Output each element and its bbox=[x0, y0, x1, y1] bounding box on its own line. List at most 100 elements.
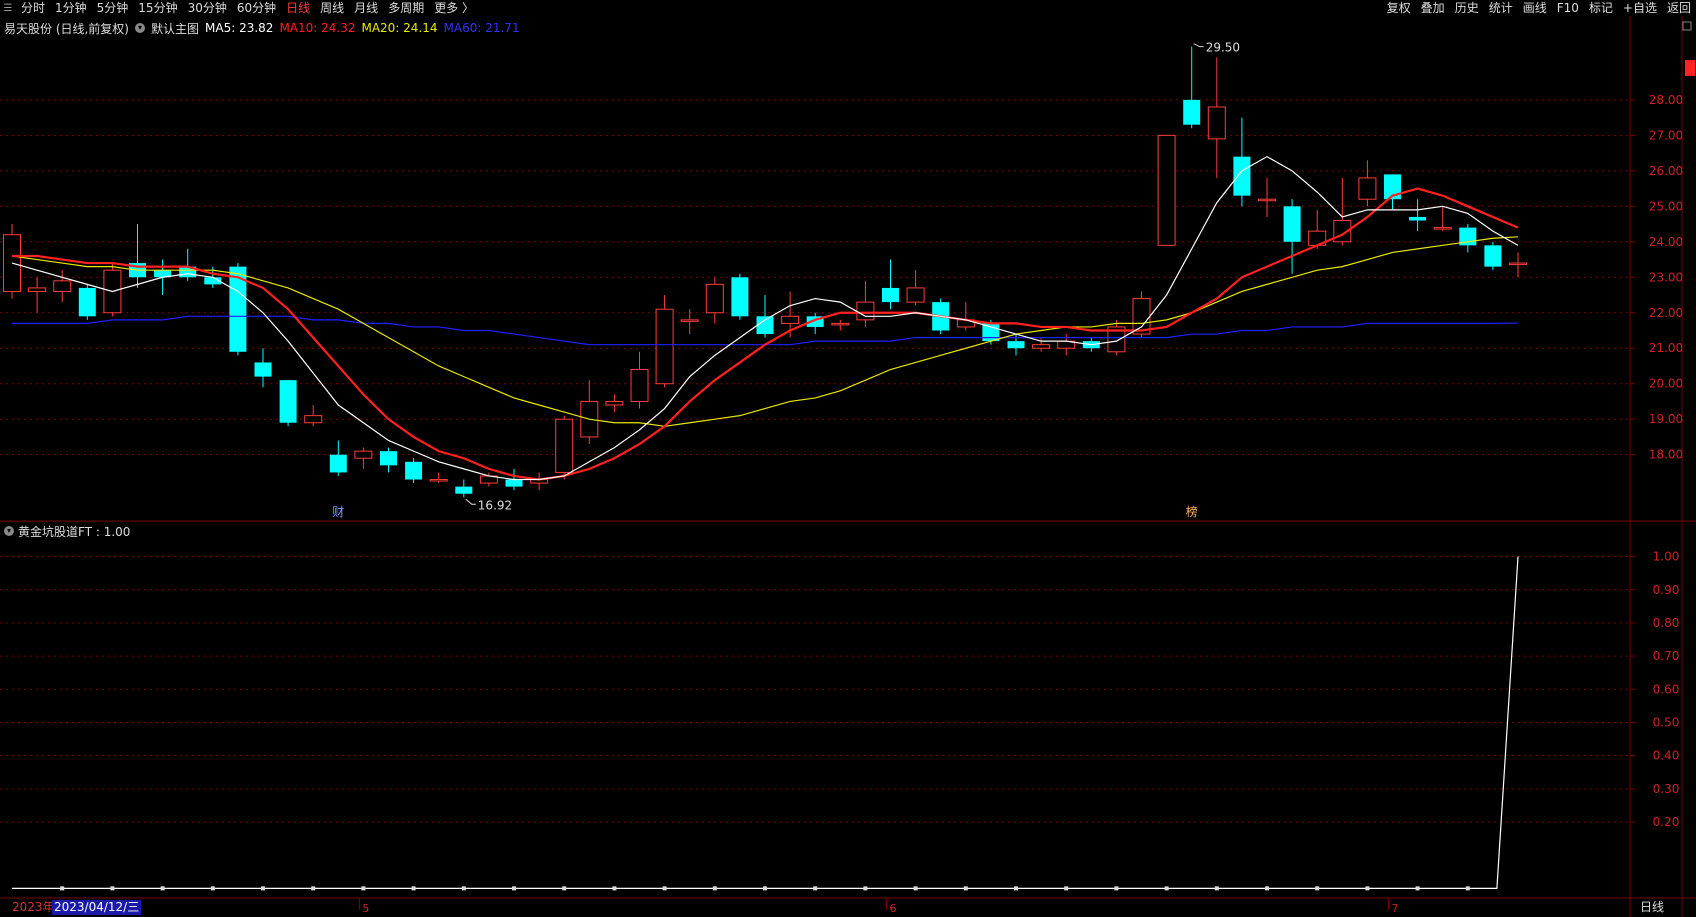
indicator-dot bbox=[512, 886, 516, 891]
candle-body-down bbox=[756, 316, 774, 335]
high-marker-arrow bbox=[1193, 43, 1204, 48]
candle-body-down bbox=[279, 380, 297, 423]
indicator-dot bbox=[110, 886, 115, 891]
indicator-tick-label: 0.20 bbox=[1653, 815, 1680, 829]
candle-body-down bbox=[1283, 206, 1301, 242]
price-tick-label: 24.00 bbox=[1649, 235, 1683, 249]
month-tick-label: 6 bbox=[890, 902, 897, 915]
indicator-tick-label: 0.90 bbox=[1653, 583, 1680, 597]
candle-body-up bbox=[605, 400, 624, 406]
month-tick-label: 7 bbox=[1392, 902, 1399, 915]
indicator-dot bbox=[1014, 886, 1018, 891]
month-tick-label: 5 bbox=[362, 902, 369, 915]
indicator-dot bbox=[813, 886, 818, 891]
candle-body-up bbox=[28, 287, 47, 292]
candle-body-up bbox=[705, 283, 724, 314]
daily-button[interactable]: 日线 bbox=[1640, 899, 1664, 915]
candle-body-up bbox=[1207, 106, 1226, 140]
indicator-dot bbox=[261, 886, 265, 891]
candle-body-down bbox=[882, 287, 899, 303]
candle-body-up bbox=[630, 369, 649, 402]
indicator-dot bbox=[160, 886, 165, 891]
price-tick-label: 26.00 bbox=[1649, 164, 1683, 178]
indicator-tick-label: 0.40 bbox=[1653, 749, 1680, 763]
candle-body-down bbox=[405, 461, 423, 480]
price-tick-label: 21.00 bbox=[1649, 341, 1683, 355]
indicator-dot bbox=[210, 886, 215, 891]
candle-body-down bbox=[731, 277, 749, 317]
indicator-line bbox=[11, 556, 1519, 889]
candle-body-down bbox=[78, 287, 96, 317]
indicator-dot bbox=[361, 886, 366, 891]
indicator-dot bbox=[1114, 886, 1119, 891]
candle-body-down bbox=[1484, 245, 1502, 267]
price-tick-label: 18.00 bbox=[1649, 448, 1683, 462]
price-tick-label: 19.00 bbox=[1649, 412, 1683, 426]
indicator-dot bbox=[1164, 886, 1169, 891]
candle-body-down bbox=[982, 323, 1000, 342]
price-tick-label: 23.00 bbox=[1649, 270, 1683, 284]
candle-body-up bbox=[680, 319, 699, 322]
indicator-dot bbox=[1415, 886, 1420, 891]
event-marker-finance: 财 bbox=[332, 505, 344, 519]
candle-body-up bbox=[856, 301, 875, 321]
price-tick-label: 20.00 bbox=[1649, 377, 1683, 391]
indicator-dot bbox=[60, 886, 65, 891]
candle-body-up bbox=[555, 418, 574, 473]
indicator-dot bbox=[662, 886, 667, 891]
candle-body-down bbox=[1007, 341, 1025, 349]
indicator-dot bbox=[1315, 886, 1320, 891]
candle-body-down bbox=[329, 454, 347, 473]
indicator-dot bbox=[461, 886, 466, 891]
high-marker-label: 29.50 bbox=[1206, 41, 1240, 55]
indicator-tick-label: 0.60 bbox=[1653, 682, 1680, 696]
price-tick-label: 22.00 bbox=[1649, 306, 1683, 320]
low-marker-label: 16.92 bbox=[478, 498, 512, 512]
indicator-dot bbox=[1465, 886, 1470, 891]
indicator-dot bbox=[1064, 886, 1069, 891]
indicator-dot bbox=[411, 886, 416, 891]
candle-body-up bbox=[1433, 227, 1452, 230]
candle-body-up bbox=[1157, 134, 1176, 246]
side-tab-icon bbox=[1685, 60, 1695, 76]
pane-max-icon bbox=[1682, 21, 1692, 31]
candle-body-up bbox=[1358, 177, 1377, 200]
candle-body-up bbox=[429, 479, 448, 482]
price-tick-label: 28.00 bbox=[1649, 93, 1683, 107]
cursor-date-label: 2023/04/12/三 bbox=[52, 900, 142, 915]
indicator-tick-label: 0.80 bbox=[1653, 616, 1680, 630]
event-marker-list: 榜 bbox=[1186, 504, 1198, 519]
candle-body-down bbox=[455, 486, 473, 494]
low-marker-arrow bbox=[465, 498, 476, 505]
candle-body-up bbox=[1509, 262, 1527, 266]
candle-body-up bbox=[906, 287, 925, 303]
indicator-dot bbox=[863, 886, 868, 891]
candle-body-down bbox=[380, 451, 397, 466]
indicator-tick-label: 0.70 bbox=[1653, 649, 1680, 663]
candle-body-up bbox=[304, 415, 323, 424]
candle-body-down bbox=[1233, 156, 1251, 196]
candle-body-down bbox=[505, 479, 523, 487]
indicator-tick-label: 0.50 bbox=[1653, 715, 1680, 729]
indicator-tick-label: 1.00 bbox=[1653, 550, 1680, 564]
indicator-dot bbox=[763, 886, 767, 891]
price-tick-label: 27.00 bbox=[1649, 128, 1683, 142]
candle-body-down bbox=[254, 362, 272, 377]
candle-body-down bbox=[1409, 216, 1427, 221]
candle-body-up bbox=[354, 450, 373, 459]
chart-canvas[interactable]: 28.00 27.00 26.00 25.00 24.00 23.00 22.00 21.00… bbox=[0, 0, 1696, 917]
indicator-dot bbox=[612, 886, 617, 891]
indicator-dot bbox=[1214, 886, 1219, 891]
candle-body-down bbox=[1183, 99, 1201, 125]
indicator-dot bbox=[963, 886, 968, 891]
price-tick-label: 25.00 bbox=[1649, 199, 1683, 213]
indicator-dot bbox=[1365, 886, 1370, 891]
candle-body-up bbox=[831, 322, 850, 326]
candle-body-up bbox=[781, 315, 800, 324]
indicator-dot bbox=[712, 886, 717, 891]
indicator-tick-label: 0.30 bbox=[1653, 782, 1680, 796]
candle-body-up bbox=[655, 308, 674, 385]
year-label: 2023年 bbox=[12, 900, 55, 914]
candle-body-up bbox=[1258, 198, 1276, 202]
indicator-dot bbox=[1265, 886, 1269, 891]
